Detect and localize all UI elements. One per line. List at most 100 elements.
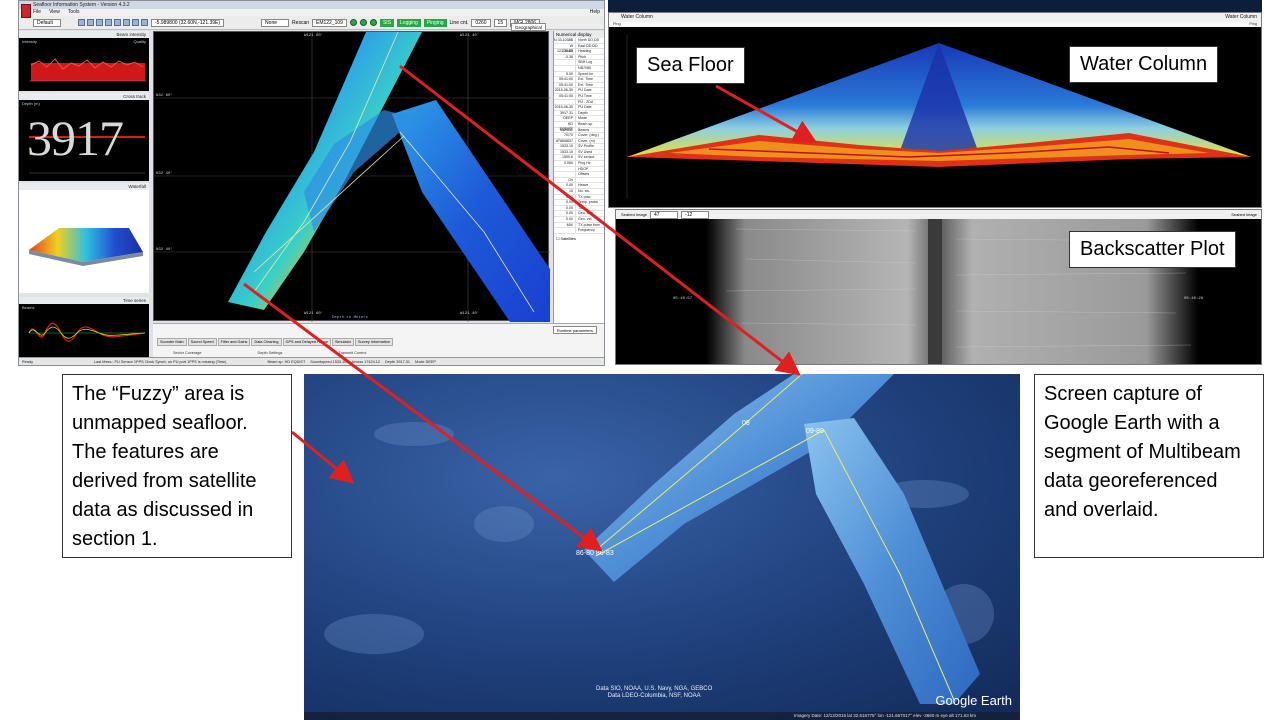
track-label: 08 xyxy=(742,420,750,427)
sector-coverage-header[interactable]: Sector Coverage xyxy=(173,351,202,355)
profile-select[interactable]: Default xyxy=(33,18,61,27)
numerical-value: 5.00 xyxy=(554,71,576,77)
sis-titlebar: Seafloor Information System - Version 4.… xyxy=(19,1,604,9)
seabed-value-2[interactable]: -12 xyxy=(681,210,710,219)
numerical-value: 8788/8657 xyxy=(554,138,576,144)
tab-sound-speed[interactable]: Sound Speed xyxy=(187,338,217,346)
numerical-key: SBH Log xyxy=(578,60,593,65)
tab-simulator[interactable]: Simulator xyxy=(331,338,355,346)
across-label: Across xyxy=(351,360,364,364)
depth-status-label: Depth xyxy=(385,360,396,364)
map-tools xyxy=(78,19,148,26)
depth-settings-header[interactable]: Depth Settings xyxy=(258,351,283,355)
status-dot-icon xyxy=(359,19,367,26)
geographical-select[interactable]: Geographical xyxy=(511,23,546,31)
desktop-strip xyxy=(608,0,1262,12)
numerical-value: 0.00 xyxy=(554,183,576,189)
numerical-key: PU Time xyxy=(578,93,592,98)
numerical-key: Pitch xyxy=(578,54,586,59)
numerical-value: W 121.3642I xyxy=(554,43,576,53)
numerical-value: On xyxy=(554,177,576,183)
numerical-display: Numerical display N 33.1038B North DD.DD W… xyxy=(553,31,604,331)
menu-help[interactable]: Help xyxy=(590,9,604,16)
numerical-value: 432/432 xyxy=(554,127,576,133)
numerical-key: HDOP xyxy=(578,166,589,171)
seabed-display-select[interactable]: Seabed image xyxy=(1231,212,1257,217)
zoom-tool-icon[interactable] xyxy=(78,19,85,26)
checkbox-icon[interactable]: ☐ xyxy=(556,237,559,241)
menu-file[interactable]: File xyxy=(33,9,41,16)
panel-header: Waterfall xyxy=(19,183,149,190)
print-tool-icon[interactable] xyxy=(141,19,148,26)
numerical-value xyxy=(554,172,576,177)
tab-gps-delayed-heave[interactable]: GPS and Delayed Heave xyxy=(282,338,331,346)
measure-tool-icon[interactable] xyxy=(96,19,103,26)
rescan-button[interactable]: Rescan xyxy=(292,20,309,26)
numerical-value: 1533.10 xyxy=(554,149,576,155)
tab-sounder-main[interactable]: Sounder Main xyxy=(157,338,187,346)
logging-chip[interactable]: Logging xyxy=(397,18,421,27)
refresh-tool-icon[interactable] xyxy=(123,19,130,26)
status-dot-icon xyxy=(349,19,357,26)
beam-sp-value: HD EQDIST xyxy=(284,360,306,364)
none-select[interactable]: None xyxy=(261,18,290,27)
numerical-key: TX pulse form xyxy=(578,222,601,227)
screen-capture-callout: Screen capture of Google Earth with a se… xyxy=(1034,374,1264,558)
seabed-time-left: 05:40:57 xyxy=(673,297,693,301)
lat-label: N32 40' xyxy=(156,172,173,176)
grid-tool-icon[interactable] xyxy=(114,19,121,26)
numerical-value: 10 xyxy=(554,189,576,194)
waterfall-title: Waterfall xyxy=(128,184,146,189)
numerical-key: Cover. (m) xyxy=(578,138,595,143)
numerical-value: 0.00 xyxy=(554,200,576,205)
beam-sp-label: Beam sp. xyxy=(267,360,284,364)
credit-line-2: Data LDEO-Columbia, NSF, NOAA xyxy=(607,693,701,699)
soundspeed-label: Soundspeed xyxy=(310,360,332,364)
geographical-map[interactable]: W121 60' W121 40' N32 60' N32 40' N32 40… xyxy=(153,31,552,322)
beams-label: Beams xyxy=(22,305,35,310)
seabed-value-1[interactable]: 47 xyxy=(650,210,679,219)
runtime-parameters-select[interactable]: Runtime parameters xyxy=(552,326,597,334)
sis-chip[interactable]: SIS xyxy=(379,18,395,27)
numerical-value: 05:41:00 xyxy=(554,93,576,99)
water-column-callout: Water Column xyxy=(1069,46,1219,83)
menu-view[interactable]: View xyxy=(49,9,60,16)
settings-tool-icon[interactable] xyxy=(132,19,139,26)
numerical-value: 0.00 xyxy=(554,217,576,222)
sis-tab-row: Sounder Main Sound Speed Filter and Gain… xyxy=(153,324,604,346)
numerical-key: NB7080 xyxy=(578,65,591,70)
waterfall-panel: Waterfall xyxy=(19,183,149,293)
bathymetry-swath-map[interactable] xyxy=(154,31,552,322)
beam-intensity-title: Beam intensity xyxy=(116,32,146,37)
transmit-control-header[interactable]: Transmit Control xyxy=(338,351,366,355)
layer-tool-icon[interactable] xyxy=(105,19,112,26)
numerical-key: Cover. (deg.) xyxy=(578,133,599,138)
sis-window: Seafloor Information System - Version 4.… xyxy=(18,0,605,366)
sis-menubar: File View Tools Help xyxy=(19,9,604,16)
numerical-key: Mode xyxy=(578,116,587,121)
numerical-key: PU Date xyxy=(578,88,592,93)
satellites-checkbox[interactable]: ☐ Satellites xyxy=(554,234,604,243)
numerical-value: 1533.10 xyxy=(554,144,576,149)
pinging-chip[interactable]: Pinging xyxy=(423,18,447,27)
lon-label: W121 40' xyxy=(460,34,480,38)
menu-tools[interactable]: Tools xyxy=(68,9,80,16)
intensity-label: Intensity xyxy=(22,39,37,44)
water-column-display-select[interactable]: Water Column xyxy=(1225,13,1257,22)
file-select[interactable]: EM122_109 xyxy=(312,18,347,27)
depth-status-value: 3917.31 xyxy=(396,360,410,364)
numerical-value: 0.00 xyxy=(554,211,576,216)
tab-survey-information[interactable]: Survey Information xyxy=(355,338,393,346)
tab-filter-gains[interactable]: Filter and Gains xyxy=(217,338,251,346)
last-message: Last Mess.: PU Sensor 1PPS Clock Synch. … xyxy=(94,360,227,364)
seabed-time-right: 05:40:28 xyxy=(1184,297,1204,301)
numerical-key: No. sw. xyxy=(578,189,590,194)
numerical-value: 230.60 xyxy=(554,49,576,54)
tab-data-cleaning[interactable]: Data Cleaning xyxy=(251,338,282,346)
cross-track-panel: Cross track Depth (m) 3917 xyxy=(19,93,149,181)
lat-label: N32 60' xyxy=(156,94,173,98)
fuzzy-area-callout: The “Fuzzy” area is unmapped seafloor. T… xyxy=(62,374,292,558)
numerical-value: -0.38 xyxy=(554,54,576,60)
numerical-key: PU Date xyxy=(578,105,592,110)
pan-tool-icon[interactable] xyxy=(87,19,94,26)
